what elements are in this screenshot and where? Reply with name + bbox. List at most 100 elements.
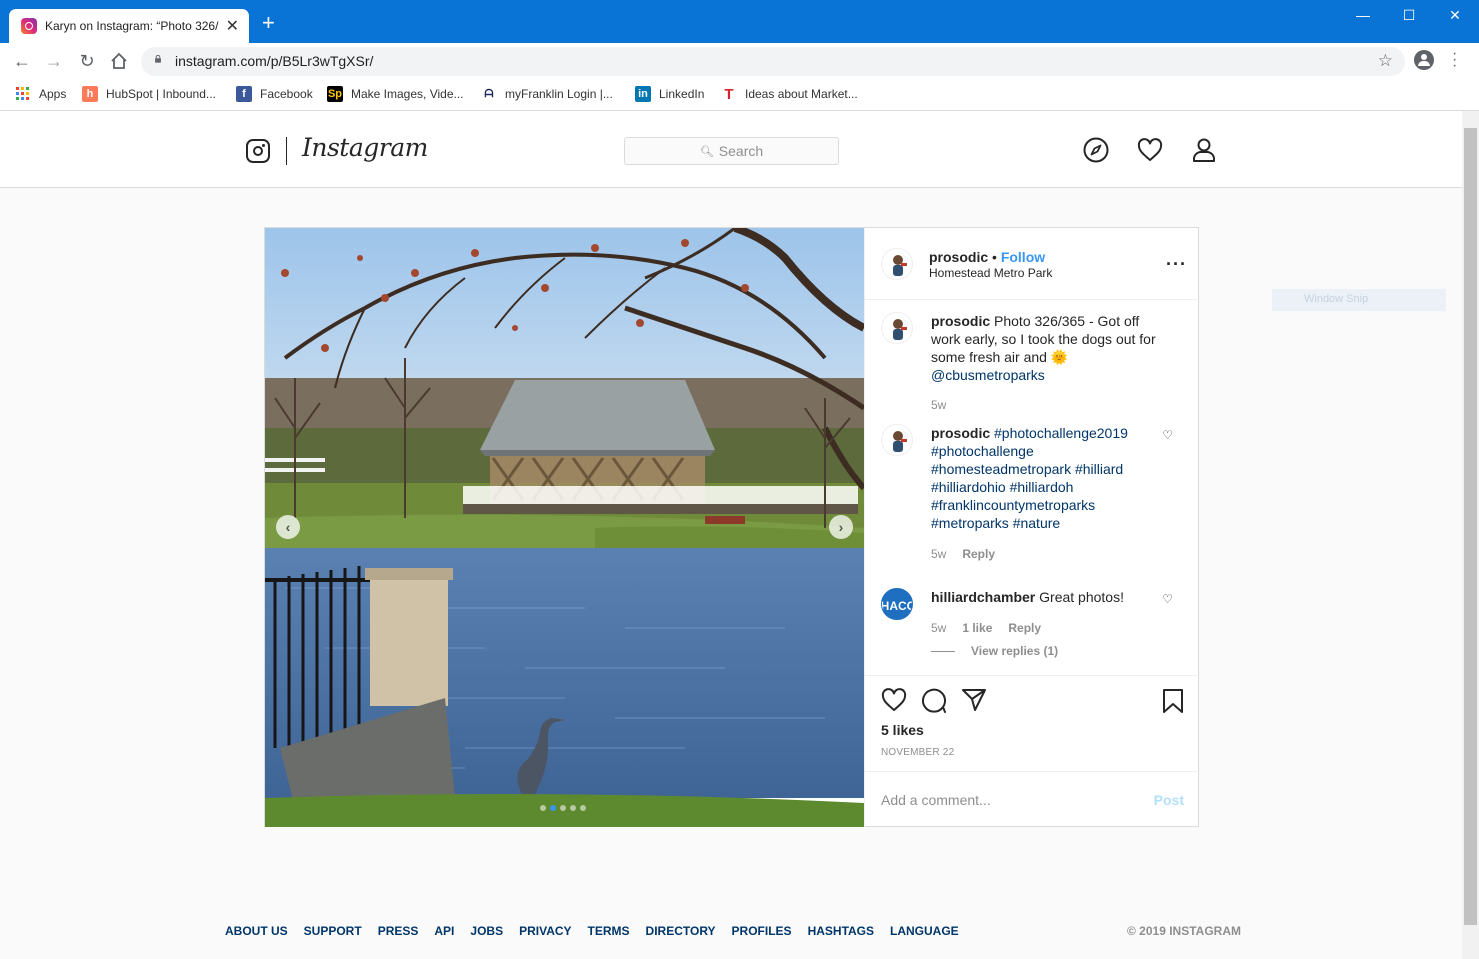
carousel-dot xyxy=(580,805,586,811)
footer-link-support[interactable]: SUPPORT xyxy=(304,924,362,938)
chrome-menu-icon[interactable]: · · · xyxy=(1452,46,1457,74)
bookmark-apps[interactable]: Apps xyxy=(15,86,66,102)
footer-link-api[interactable]: API xyxy=(434,924,454,938)
dot-separator: • xyxy=(992,249,997,265)
reply-button[interactable]: Reply xyxy=(962,547,995,561)
home-icon[interactable] xyxy=(107,49,131,73)
logo-divider xyxy=(286,137,287,165)
bookmark-linkedin[interactable]: in LinkedIn xyxy=(635,86,704,102)
minimize-window-icon[interactable]: — xyxy=(1340,0,1386,30)
browser-titlebar: Karyn on Instagram: “Photo 326/ ✕ + — ☐ … xyxy=(0,0,1479,43)
post-header: prosodic • Follow Homestead Metro Park ·… xyxy=(865,228,1200,300)
hashtag[interactable]: #nature xyxy=(1013,515,1060,531)
comment-username[interactable]: hilliardchamber xyxy=(931,589,1035,605)
likes-count[interactable]: 5 likes xyxy=(881,722,924,738)
like-comment-heart-icon[interactable]: ♡ xyxy=(1162,428,1173,442)
like-comment-heart-icon[interactable]: ♡ xyxy=(1162,592,1173,606)
comment-bubble-icon[interactable] xyxy=(921,688,947,717)
bookmark-myfranklin[interactable]: ᗩ myFranklin Login |... xyxy=(481,86,613,102)
hashtag[interactable]: #hilliardoh xyxy=(1010,479,1074,495)
share-paper-plane-icon[interactable] xyxy=(961,688,987,715)
comment-time[interactable]: 5w xyxy=(931,621,946,635)
view-replies-button[interactable]: View replies (1) xyxy=(931,644,1058,658)
hashtag[interactable]: #metroparks xyxy=(931,515,1009,531)
footer-link-hashtags[interactable]: HASHTAGS xyxy=(808,924,874,938)
window-snip-overlay: Window Snip xyxy=(1272,289,1446,311)
comment-meta: 5w Reply xyxy=(931,547,1011,561)
more-options-icon[interactable]: ··· xyxy=(1166,254,1187,275)
bookmark-hubspot[interactable]: h HubSpot | Inbound... xyxy=(82,86,216,102)
comment-time[interactable]: 5w xyxy=(931,547,946,561)
carousel-prev-button[interactable]: ‹ xyxy=(276,515,300,539)
caption-mention[interactable]: @cbusmetroparks xyxy=(931,367,1045,383)
comment: HACC hilliardchamber Great photos! ♡ 5w … xyxy=(881,588,1181,668)
post-date[interactable]: NOVEMBER 22 xyxy=(881,747,954,758)
hashtag[interactable]: #franklincountymetroparks xyxy=(931,497,1095,513)
avatar[interactable] xyxy=(881,248,913,280)
footer-link-privacy[interactable]: PRIVACY xyxy=(519,924,571,938)
franklin-icon: ᗩ xyxy=(481,86,497,102)
activity-heart-icon[interactable] xyxy=(1137,137,1163,163)
bookmark-spark[interactable]: Sp Make Images, Vide... xyxy=(327,86,464,102)
avatar[interactable]: HACC xyxy=(881,588,913,620)
carousel-dot-active xyxy=(550,805,556,811)
footer-link-jobs[interactable]: JOBS xyxy=(470,924,503,938)
like-heart-icon[interactable] xyxy=(881,688,907,715)
hashtag[interactable]: #hilliardohio xyxy=(931,479,1006,495)
new-tab-button[interactable]: + xyxy=(262,12,275,34)
hashtag[interactable]: #photochallenge xyxy=(931,443,1034,459)
bookmark-star-icon[interactable]: ☆ xyxy=(1378,51,1393,71)
hashtag[interactable]: #photochallenge2019 xyxy=(994,425,1128,441)
bookmark-ideas[interactable]: T Ideas about Market... xyxy=(721,86,858,103)
address-bar[interactable]: instagram.com/p/B5Lr3wTgXSr/ ☆ xyxy=(141,47,1405,76)
bookmark-facebook[interactable]: f Facebook xyxy=(236,86,313,102)
post-username[interactable]: prosodic xyxy=(929,249,988,265)
sun-emoji: 🌞 xyxy=(1050,349,1069,365)
search-input[interactable]: 🔍︎ Search xyxy=(624,137,839,165)
linkedin-icon: in xyxy=(635,86,651,102)
reload-icon[interactable]: ↻ xyxy=(75,49,99,73)
footer-link-press[interactable]: PRESS xyxy=(378,924,419,938)
comment-likes[interactable]: 1 like xyxy=(962,621,992,635)
forward-arrow-icon[interactable]: → xyxy=(42,49,66,73)
instagram-favicon-icon xyxy=(21,18,37,34)
close-window-icon[interactable]: ✕ xyxy=(1432,0,1478,30)
instagram-glyph-icon[interactable] xyxy=(246,139,270,163)
footer-link-terms[interactable]: TERMS xyxy=(588,924,630,938)
browser-tab[interactable]: Karyn on Instagram: “Photo 326/ ✕ xyxy=(9,9,249,43)
post-photo[interactable]: ‹ › xyxy=(265,228,864,827)
avatar[interactable] xyxy=(881,312,913,344)
instagram-page: Instagram 🔍︎ Search ‹ › prosodic • Follo… xyxy=(0,111,1462,959)
hashtag[interactable]: #homesteadmetropark xyxy=(931,461,1071,477)
carousel-next-button[interactable]: › xyxy=(829,515,853,539)
hashtag[interactable]: #hilliard xyxy=(1075,461,1123,477)
save-bookmark-icon[interactable] xyxy=(1162,688,1184,717)
bookmark-label: HubSpot | Inbound... xyxy=(106,87,216,101)
follow-button[interactable]: Follow xyxy=(1001,249,1045,265)
facebook-icon: f xyxy=(236,86,252,102)
maximize-window-icon[interactable]: ☐ xyxy=(1386,0,1432,30)
caption-time[interactable]: 5w xyxy=(931,398,946,412)
comment-username[interactable]: prosodic xyxy=(931,425,990,441)
profile-person-icon[interactable] xyxy=(1191,137,1217,163)
page-scrollbar[interactable] xyxy=(1462,111,1479,959)
reply-button[interactable]: Reply xyxy=(1008,621,1041,635)
footer-link-language[interactable]: LANGUAGE xyxy=(890,924,959,938)
search-icon: 🔍︎ xyxy=(699,145,714,158)
back-arrow-icon[interactable]: ← xyxy=(10,49,34,73)
explore-compass-icon[interactable] xyxy=(1083,137,1109,163)
post-comment-button[interactable]: Post xyxy=(1154,792,1184,808)
footer-link-directory[interactable]: DIRECTORY xyxy=(646,924,716,938)
scrollbar-thumb[interactable] xyxy=(1464,128,1477,925)
close-tab-icon[interactable]: ✕ xyxy=(226,16,239,36)
footer-link-profiles[interactable]: PROFILES xyxy=(732,924,792,938)
chrome-profile-icon[interactable] xyxy=(1414,50,1434,70)
view-replies-label: View replies (1) xyxy=(971,644,1059,658)
avatar[interactable] xyxy=(881,424,913,456)
instagram-wordmark[interactable]: Instagram xyxy=(302,133,428,162)
caption-username[interactable]: prosodic xyxy=(931,313,990,329)
footer-link-about[interactable]: ABOUT US xyxy=(225,924,288,938)
comment-input[interactable]: Add a comment... xyxy=(881,792,991,808)
comment-body: Great photos! xyxy=(1039,589,1124,605)
post-location[interactable]: Homestead Metro Park xyxy=(929,266,1052,280)
